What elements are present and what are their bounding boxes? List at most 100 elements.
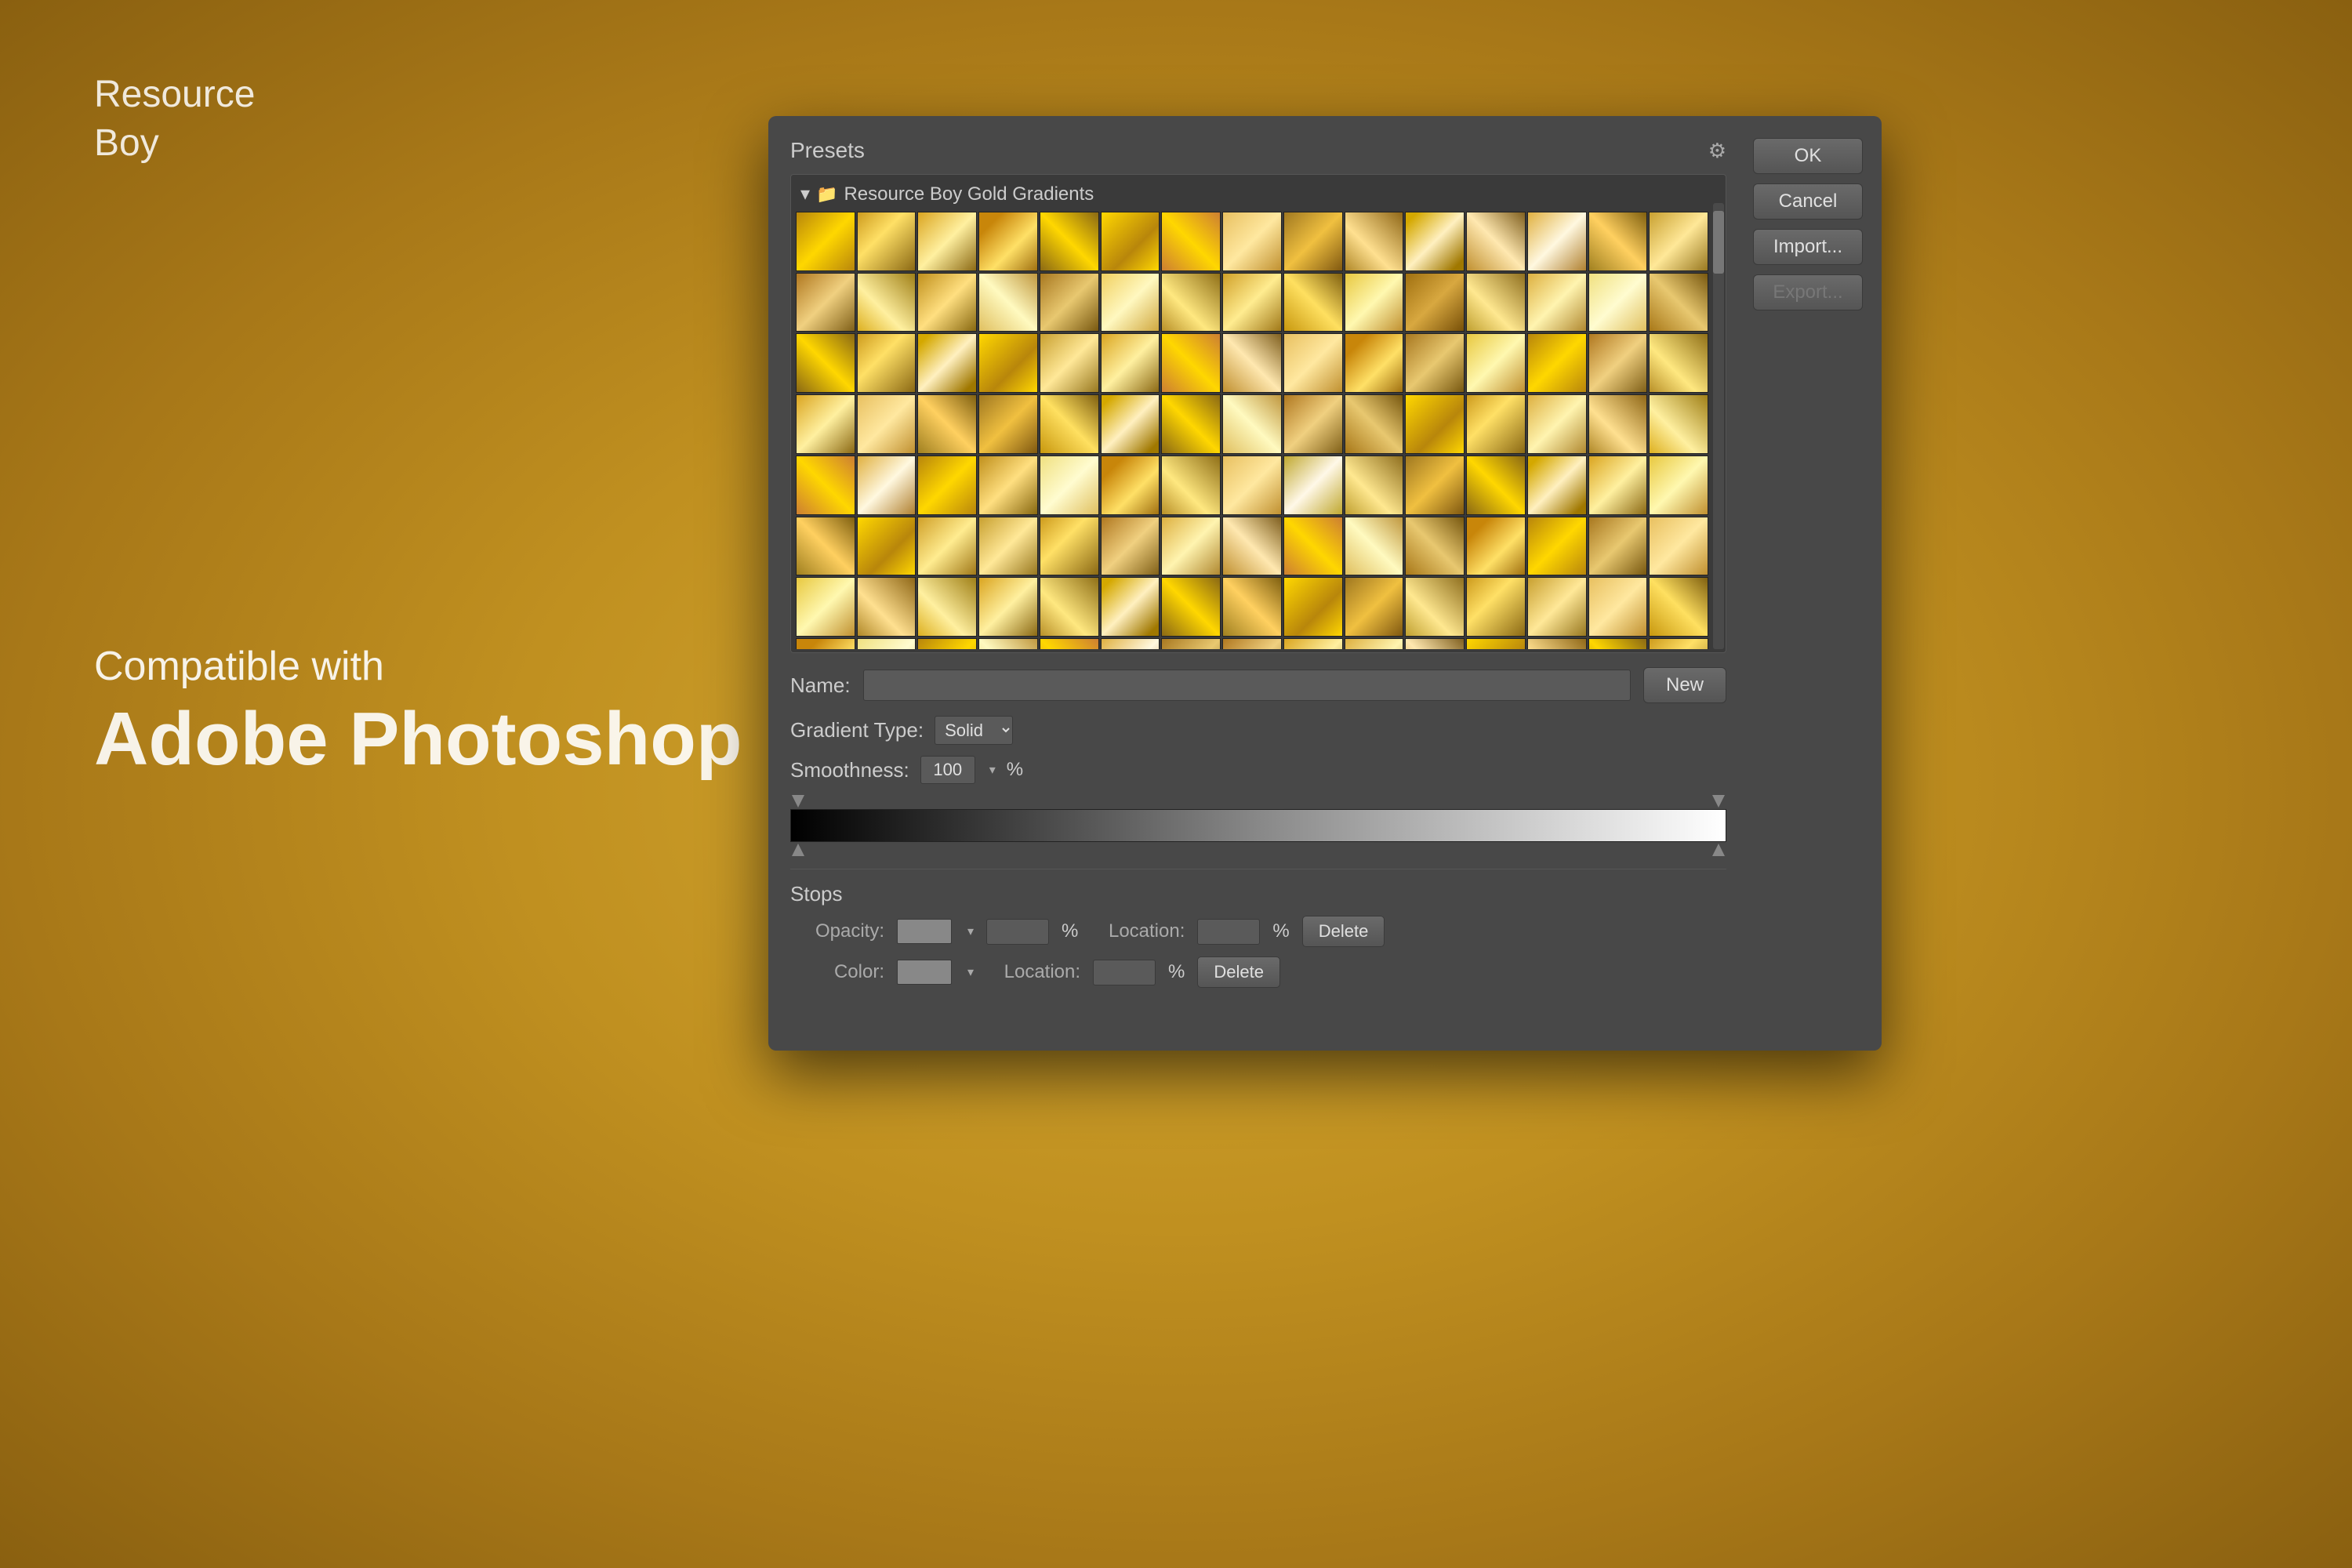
gradient-cell[interactable]	[1040, 456, 1099, 515]
gradient-cell[interactable]	[1222, 638, 1282, 649]
gradient-cell[interactable]	[1649, 456, 1708, 515]
gradient-cell[interactable]	[1283, 212, 1343, 271]
delete-color-stop-button[interactable]: Delete	[1197, 956, 1280, 988]
gradient-cell[interactable]	[1405, 577, 1465, 637]
opacity-stop-left[interactable]	[792, 795, 804, 808]
gradient-cell[interactable]	[1405, 456, 1465, 515]
gradient-cell[interactable]	[1222, 517, 1282, 576]
gradient-cell[interactable]	[1161, 212, 1221, 271]
gradient-cell[interactable]	[1283, 394, 1343, 454]
gradient-cell[interactable]	[917, 273, 977, 332]
gradient-cell[interactable]	[1588, 394, 1648, 454]
gradient-cell[interactable]	[1527, 456, 1587, 515]
gradient-cell[interactable]	[1283, 638, 1343, 649]
gradient-cell[interactable]	[1649, 333, 1708, 393]
gradient-cell[interactable]	[1222, 577, 1282, 637]
cancel-button[interactable]: Cancel	[1753, 183, 1863, 220]
gradient-cell[interactable]	[1222, 273, 1282, 332]
gradient-cell[interactable]	[1405, 638, 1465, 649]
gradient-cell[interactable]	[1101, 333, 1160, 393]
gradient-cell[interactable]	[1466, 273, 1526, 332]
gradient-cell[interactable]	[917, 638, 977, 649]
gradient-cell[interactable]	[1405, 273, 1465, 332]
gradient-cell[interactable]	[1222, 333, 1282, 393]
color-location-input[interactable]	[1093, 960, 1156, 985]
gradient-cell[interactable]	[1345, 638, 1404, 649]
gradient-cell[interactable]	[1405, 517, 1465, 576]
scroll-thumb[interactable]	[1713, 211, 1724, 274]
gradient-cell[interactable]	[1466, 333, 1526, 393]
gradient-cell[interactable]	[1040, 212, 1099, 271]
scrollbar[interactable]	[1713, 203, 1724, 649]
gradient-cell[interactable]	[1161, 638, 1221, 649]
opacity-stop-right[interactable]	[1712, 795, 1725, 808]
gradient-cell[interactable]	[917, 212, 977, 271]
gradient-cell[interactable]	[978, 333, 1038, 393]
gradient-cell[interactable]	[1101, 517, 1160, 576]
gradient-cell[interactable]	[796, 273, 855, 332]
gradient-cell[interactable]	[1283, 517, 1343, 576]
gradient-cell[interactable]	[1527, 638, 1587, 649]
gradient-cell[interactable]	[1588, 577, 1648, 637]
gradient-cell[interactable]	[1101, 212, 1160, 271]
gradient-cell[interactable]	[1345, 333, 1404, 393]
gradient-cell[interactable]	[1222, 456, 1282, 515]
gradient-cell[interactable]	[1527, 212, 1587, 271]
gradient-cell[interactable]	[857, 333, 916, 393]
gradient-cell[interactable]	[978, 212, 1038, 271]
gradient-cell[interactable]	[1345, 273, 1404, 332]
gradient-cell[interactable]	[796, 517, 855, 576]
gradient-cell[interactable]	[1040, 638, 1099, 649]
gear-icon[interactable]: ⚙	[1708, 139, 1726, 163]
gradient-cell[interactable]	[917, 333, 977, 393]
folder-row[interactable]: ▾ 📁 Resource Boy Gold Gradients	[794, 178, 1722, 210]
gradient-cell[interactable]	[978, 638, 1038, 649]
gradient-cell[interactable]	[1101, 273, 1160, 332]
gradient-bar[interactable]	[790, 809, 1726, 842]
opacity-value-input[interactable]	[986, 919, 1049, 945]
gradient-cell[interactable]	[1345, 212, 1404, 271]
gradient-cell[interactable]	[1527, 333, 1587, 393]
gradient-cell[interactable]	[1040, 517, 1099, 576]
gradient-cell[interactable]	[1345, 456, 1404, 515]
smoothness-input[interactable]	[920, 756, 975, 784]
gradient-cell[interactable]	[1588, 273, 1648, 332]
gradient-cell[interactable]	[1588, 333, 1648, 393]
gradient-cell[interactable]	[1588, 517, 1648, 576]
new-button[interactable]: New	[1643, 667, 1726, 703]
gradient-cell[interactable]	[1466, 577, 1526, 637]
gradient-cell[interactable]	[978, 517, 1038, 576]
gradient-cell[interactable]	[1466, 517, 1526, 576]
gradient-cell[interactable]	[1101, 394, 1160, 454]
gradient-cell[interactable]	[1649, 517, 1708, 576]
export-button[interactable]: Export...	[1753, 274, 1863, 310]
gradient-cell[interactable]	[796, 456, 855, 515]
gradient-cell[interactable]	[1283, 273, 1343, 332]
gradient-cell[interactable]	[917, 517, 977, 576]
gradient-type-select[interactable]: Solid	[935, 716, 1013, 745]
gradient-cell[interactable]	[1649, 212, 1708, 271]
gradient-cell[interactable]	[796, 333, 855, 393]
gradient-cell[interactable]	[796, 638, 855, 649]
gradient-cell[interactable]	[1345, 394, 1404, 454]
gradient-cell[interactable]	[1588, 212, 1648, 271]
gradient-cell[interactable]	[1161, 517, 1221, 576]
color-swatch[interactable]	[897, 960, 952, 985]
gradient-cell[interactable]	[1040, 273, 1099, 332]
gradient-cell[interactable]	[1283, 577, 1343, 637]
opacity-swatch[interactable]	[897, 919, 952, 944]
gradient-cell[interactable]	[857, 638, 916, 649]
gradient-cell[interactable]	[978, 577, 1038, 637]
gradient-cell[interactable]	[978, 394, 1038, 454]
gradient-cell[interactable]	[1649, 394, 1708, 454]
ok-button[interactable]: OK	[1753, 138, 1863, 174]
gradient-cell[interactable]	[1222, 212, 1282, 271]
gradient-cell[interactable]	[1527, 273, 1587, 332]
gradient-cell[interactable]	[796, 394, 855, 454]
gradient-cell[interactable]	[857, 517, 916, 576]
gradient-cell[interactable]	[1161, 577, 1221, 637]
gradient-cell[interactable]	[796, 577, 855, 637]
gradient-cell[interactable]	[1466, 456, 1526, 515]
gradient-cell[interactable]	[1588, 456, 1648, 515]
gradient-cell[interactable]	[1345, 577, 1404, 637]
